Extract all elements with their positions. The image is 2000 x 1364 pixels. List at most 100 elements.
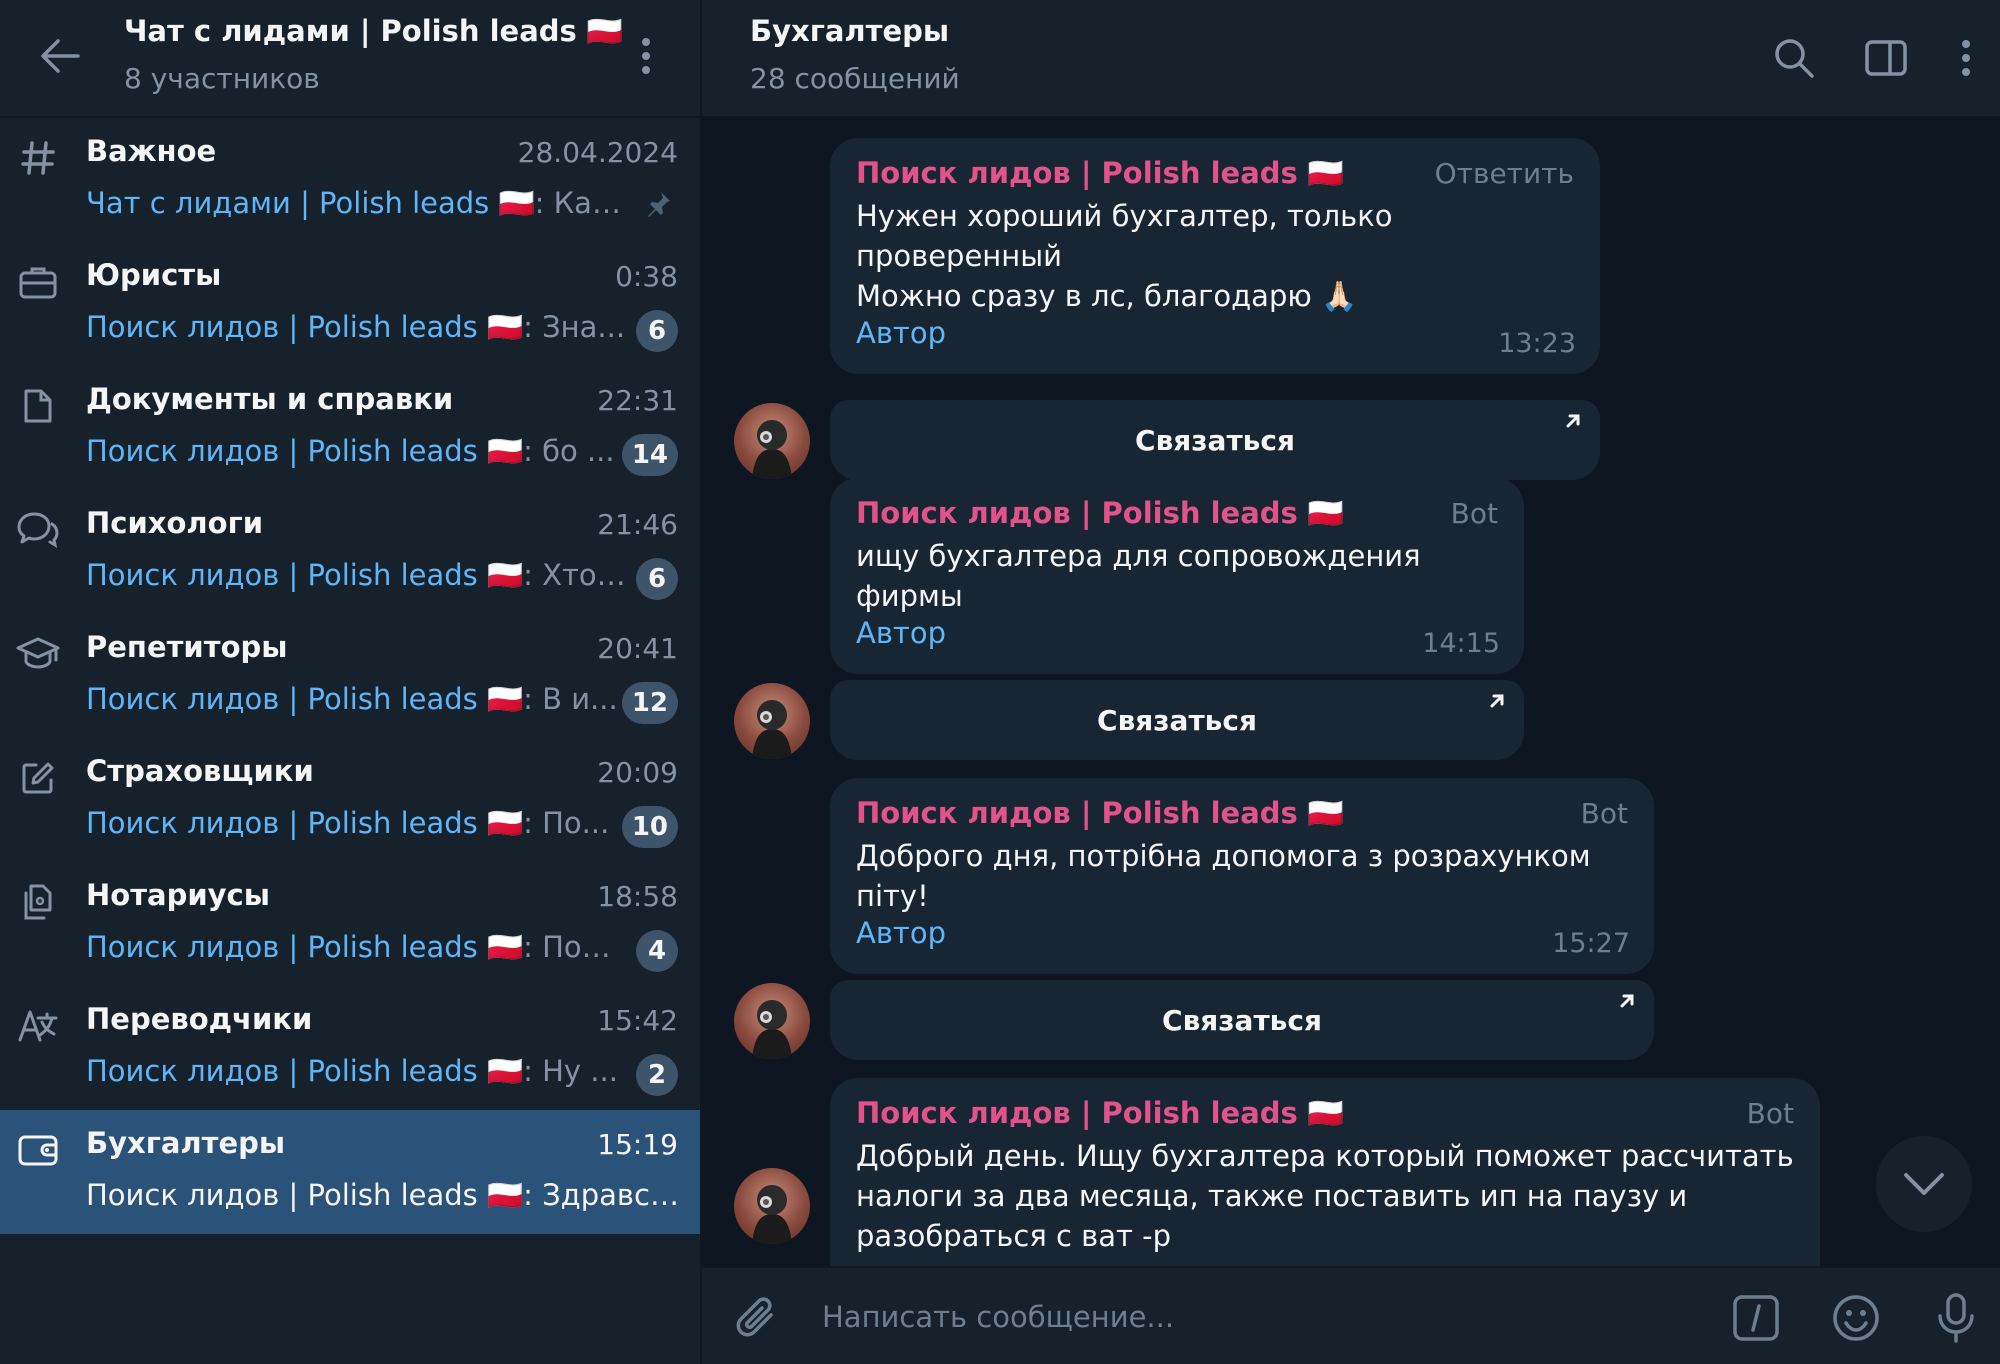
message-bubble: Поиск лидов | Polish leads 🇵🇱 Ответить Н… bbox=[830, 138, 1600, 374]
topic-name: Психологи bbox=[86, 506, 264, 540]
topic-time: 28.04.2024 bbox=[517, 136, 678, 169]
message-text: Доброго дня, потрібна допомога з розраху… bbox=[856, 839, 1600, 913]
topic-name: Важное bbox=[86, 134, 217, 168]
message-bubble: Поиск лидов | Polish leads 🇵🇱 Bot Добрый… bbox=[830, 1078, 1820, 1266]
message-sender[interactable]: Поиск лидов | Polish leads 🇵🇱 bbox=[856, 496, 1344, 531]
topic-item[interactable]: Нотариусы 18:58 Поиск лидов | Polish lea… bbox=[0, 862, 700, 986]
message-sender[interactable]: Поиск лидов | Polish leads 🇵🇱 bbox=[856, 796, 1344, 831]
back-button[interactable] bbox=[28, 24, 92, 88]
bot-avatar-icon bbox=[752, 1185, 792, 1244]
unread-badge: 14 bbox=[621, 434, 678, 476]
topic-item[interactable]: Репетиторы 20:41 Поиск лидов | Polish le… bbox=[0, 614, 700, 738]
topic-preview: Поиск лидов | Polish leads 🇵🇱: Ну ... bbox=[86, 1054, 626, 1089]
avatar[interactable] bbox=[734, 983, 810, 1059]
topic-name: Юристы bbox=[86, 258, 222, 292]
voice-message-button[interactable] bbox=[1926, 1288, 1986, 1348]
emoji-button[interactable] bbox=[1826, 1288, 1886, 1348]
message-bubble: Поиск лидов | Polish leads 🇵🇱 Bot Доброг… bbox=[830, 778, 1654, 974]
sidebar-header: Чат с лидами | Polish leads 🇵🇱 8 участни… bbox=[0, 0, 700, 118]
topic-time: 15:42 bbox=[597, 1004, 678, 1037]
topic-item[interactable]: Документы и справки 22:31 Поиск лидов | … bbox=[0, 366, 700, 490]
avatar[interactable] bbox=[734, 1168, 810, 1244]
topic-time: 20:41 bbox=[597, 632, 678, 665]
hash-icon bbox=[14, 134, 62, 182]
unread-badge: 6 bbox=[636, 310, 678, 352]
topic-item[interactable]: Важное 28.04.2024 Чат с лидами | Polish … bbox=[0, 118, 700, 242]
message-bubble: Поиск лидов | Polish leads 🇵🇱 Bot ищу бу… bbox=[830, 478, 1524, 674]
unread-badge: 4 bbox=[636, 930, 678, 972]
arrow-left-icon bbox=[41, 39, 80, 73]
topic-time: 15:19 bbox=[597, 1128, 678, 1161]
scroll-to-bottom-button[interactable] bbox=[1876, 1136, 1972, 1232]
avatar[interactable] bbox=[734, 403, 810, 479]
message-time: 14:15 bbox=[1422, 628, 1500, 659]
topic-item[interactable]: Психологи 21:46 Поиск лидов | Polish lea… bbox=[0, 490, 700, 614]
emoji-icon bbox=[1833, 1295, 1879, 1341]
bot-tag: Bot bbox=[1580, 797, 1628, 830]
topic-preview: Поиск лидов | Polish leads 🇵🇱: Хто ... bbox=[86, 558, 626, 593]
topic-preview: Поиск лидов | Polish leads 🇵🇱: В и... bbox=[86, 682, 626, 717]
search-icon bbox=[1775, 39, 1814, 78]
side-panel-button[interactable] bbox=[1856, 28, 1916, 88]
message-list: Поиск лидов | Polish leads 🇵🇱 Ответить Н… bbox=[702, 118, 2000, 1266]
topic-time: 22:31 bbox=[597, 384, 678, 417]
document-icon bbox=[14, 382, 62, 430]
topic-preview: Поиск лидов | Polish leads 🇵🇱: Здравст..… bbox=[86, 1178, 686, 1213]
message-time: 15:27 bbox=[1552, 928, 1630, 959]
preview-sender: Поиск лидов | Polish leads 🇵🇱 bbox=[86, 682, 524, 716]
message-text: Нужен хороший бухгалтер, только проверен… bbox=[856, 199, 1393, 313]
contact-button-label: Связаться bbox=[1162, 1003, 1322, 1037]
contact-button[interactable]: Связаться bbox=[830, 400, 1600, 480]
author-link[interactable]: Автор bbox=[856, 616, 946, 650]
preview-sender: Поиск лидов | Polish leads 🇵🇱 bbox=[86, 1054, 524, 1088]
author-link[interactable]: Автор bbox=[856, 316, 946, 350]
sidebar-menu-button[interactable] bbox=[618, 24, 674, 88]
wallet-icon bbox=[14, 1126, 62, 1174]
external-link-icon bbox=[1490, 694, 1504, 708]
topic-item[interactable]: Страховщики 20:09 Поиск лидов | Polish l… bbox=[0, 738, 700, 862]
author-link[interactable]: Автор bbox=[856, 916, 946, 950]
attach-button[interactable] bbox=[730, 1290, 786, 1346]
chat-title: Бухгалтеры bbox=[750, 14, 950, 48]
message-input[interactable] bbox=[822, 1292, 1642, 1342]
message-sender[interactable]: Поиск лидов | Polish leads 🇵🇱 bbox=[856, 1096, 1344, 1131]
chat-panel: Бухгалтеры 28 сообщений Поиск лидов | Po… bbox=[702, 0, 2000, 1364]
message-text: Добрый день. Ищу бухгалтера который помо… bbox=[856, 1139, 1794, 1253]
contact-button-label: Связаться bbox=[1135, 423, 1295, 457]
chat-menu-button[interactable] bbox=[1936, 28, 1996, 88]
topic-name: Нотариусы bbox=[86, 878, 270, 912]
paperclip-icon bbox=[736, 1297, 773, 1337]
contact-button[interactable]: Связаться bbox=[830, 680, 1524, 760]
message-sender[interactable]: Поиск лидов | Polish leads 🇵🇱 bbox=[856, 156, 1344, 191]
preview-sender: Поиск лидов | Polish leads 🇵🇱 bbox=[86, 434, 524, 468]
external-link-icon bbox=[1620, 994, 1634, 1008]
preview-text: : Зна... bbox=[523, 310, 626, 344]
topic-time: 21:46 bbox=[597, 508, 678, 541]
topic-time: 0:38 bbox=[615, 260, 678, 293]
reply-link[interactable]: Ответить bbox=[1435, 157, 1574, 190]
avatar[interactable] bbox=[734, 683, 810, 759]
contact-button[interactable]: Связаться bbox=[830, 980, 1654, 1060]
graduation-cap-icon bbox=[14, 630, 62, 678]
topic-item[interactable]: Переводчики 15:42 Поиск лидов | Polish l… bbox=[0, 986, 700, 1110]
edit-icon bbox=[14, 754, 62, 802]
topic-item-active[interactable]: Бухгалтеры 15:19 Поиск лидов | Polish le… bbox=[0, 1110, 700, 1234]
topic-item[interactable]: Юристы 0:38 Поиск лидов | Polish leads 🇵… bbox=[0, 242, 700, 366]
sidebar-toggle-icon bbox=[1865, 40, 1907, 76]
preview-sender: Чат с лидами | Polish leads 🇵🇱 bbox=[86, 186, 535, 220]
topic-name: Страховщики bbox=[86, 754, 314, 788]
unread-badge: 2 bbox=[636, 1054, 678, 1096]
preview-text: : В и... bbox=[523, 682, 618, 716]
bot-avatar-icon bbox=[752, 420, 792, 479]
bot-tag: Bot bbox=[1746, 1097, 1794, 1130]
bot-avatar-icon bbox=[752, 1000, 792, 1059]
external-link-icon bbox=[1566, 414, 1580, 428]
chat-header: Бухгалтеры 28 сообщений bbox=[702, 0, 2000, 118]
topic-name: Документы и справки bbox=[86, 382, 454, 416]
unread-badge: 12 bbox=[621, 682, 678, 724]
message-text: ищу бухгалтера для сопровождения фирмы bbox=[856, 539, 1430, 613]
copy-documents-icon bbox=[14, 878, 62, 926]
chat-bubbles-icon bbox=[14, 506, 62, 554]
bot-commands-button[interactable] bbox=[1726, 1288, 1786, 1348]
search-button[interactable] bbox=[1764, 28, 1824, 88]
